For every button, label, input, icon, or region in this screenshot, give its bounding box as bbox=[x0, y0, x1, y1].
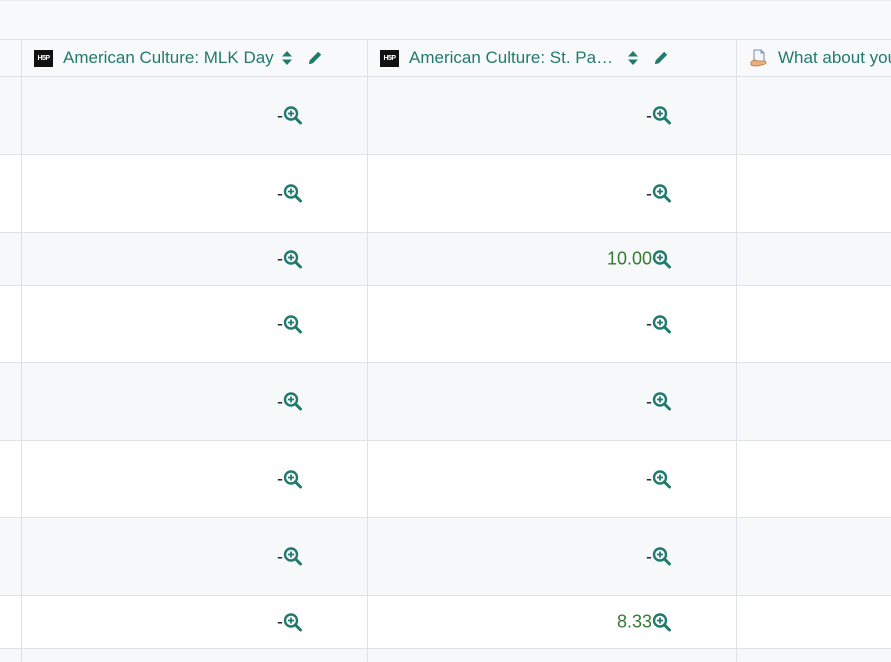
header-cell-left bbox=[0, 40, 22, 76]
grade-cell-stpat[interactable]: - bbox=[368, 77, 737, 154]
grade-cell-what-about-you[interactable] bbox=[737, 649, 891, 662]
zoom-in-icon[interactable] bbox=[652, 612, 672, 632]
grade-cell-stpat[interactable] bbox=[368, 649, 737, 662]
top-divider bbox=[0, 0, 891, 1]
table-row: - - bbox=[0, 77, 891, 155]
column-header-label[interactable]: American Culture: St. Pat… bbox=[409, 48, 615, 68]
column-header-what-about-you[interactable]: What about you bbox=[737, 40, 891, 76]
grade-cell-what-about-you[interactable] bbox=[737, 518, 891, 595]
grade-cell-what-about-you[interactable] bbox=[737, 363, 891, 440]
grade-cell-what-about-you[interactable] bbox=[737, 233, 891, 285]
grade-value: 10.00 bbox=[606, 248, 652, 269]
grade-cell-stpat[interactable]: 10.00 bbox=[368, 233, 737, 285]
grade-cell-stpat[interactable]: - bbox=[368, 441, 737, 517]
row-cell-left bbox=[0, 518, 22, 595]
table-row: - - bbox=[0, 518, 891, 596]
zoom-in-icon[interactable] bbox=[283, 469, 303, 489]
grade-cell-mlk[interactable]: - bbox=[22, 233, 368, 285]
zoom-in-icon[interactable] bbox=[652, 249, 672, 269]
row-cell-left bbox=[0, 77, 22, 154]
table-row bbox=[0, 649, 891, 662]
grade-cell-stpat[interactable]: - bbox=[368, 155, 737, 232]
grade-cell-mlk[interactable] bbox=[22, 649, 368, 662]
sort-icon[interactable] bbox=[281, 49, 293, 67]
table-row: - - bbox=[0, 286, 891, 363]
row-cell-left bbox=[0, 363, 22, 440]
zoom-in-icon[interactable] bbox=[283, 184, 303, 204]
zoom-in-icon[interactable] bbox=[283, 314, 303, 334]
zoom-in-icon[interactable] bbox=[652, 106, 672, 126]
row-cell-left bbox=[0, 286, 22, 362]
grade-cell-what-about-you[interactable] bbox=[737, 286, 891, 362]
zoom-in-icon[interactable] bbox=[283, 612, 303, 632]
column-header-label[interactable]: What about you bbox=[778, 48, 891, 68]
row-cell-left bbox=[0, 441, 22, 517]
zoom-in-icon[interactable] bbox=[652, 184, 672, 204]
grade-cell-stpat[interactable]: 8.33 bbox=[368, 596, 737, 648]
sort-icon[interactable] bbox=[627, 49, 639, 67]
table-row: - - bbox=[0, 441, 891, 518]
pencil-icon[interactable] bbox=[306, 49, 324, 67]
table-row: - - bbox=[0, 363, 891, 441]
grade-cell-mlk[interactable]: - bbox=[22, 286, 368, 362]
row-cell-left bbox=[0, 649, 22, 662]
row-cell-left bbox=[0, 233, 22, 285]
grade-cell-mlk[interactable]: - bbox=[22, 518, 368, 595]
zoom-in-icon[interactable] bbox=[652, 314, 672, 334]
gradebook-top-bar bbox=[0, 0, 891, 40]
zoom-in-icon[interactable] bbox=[652, 547, 672, 567]
table-row: - 8.33 bbox=[0, 596, 891, 649]
grade-cell-what-about-you[interactable] bbox=[737, 155, 891, 232]
zoom-in-icon[interactable] bbox=[283, 392, 303, 412]
pencil-icon[interactable] bbox=[652, 49, 670, 67]
grade-cell-what-about-you[interactable] bbox=[737, 596, 891, 648]
table-row: - 10.00 bbox=[0, 233, 891, 286]
row-cell-left bbox=[0, 155, 22, 232]
grade-cell-stpat[interactable]: - bbox=[368, 286, 737, 362]
grade-value: 8.33 bbox=[616, 611, 652, 632]
grade-cell-what-about-you[interactable] bbox=[737, 77, 891, 154]
grade-cell-stpat[interactable]: - bbox=[368, 363, 737, 440]
grade-cell-mlk[interactable]: - bbox=[22, 441, 368, 517]
column-header-label[interactable]: American Culture: MLK Day bbox=[63, 48, 274, 68]
assignment-icon bbox=[749, 48, 769, 68]
header-row: H5P American Culture: MLK Day H5P Americ… bbox=[0, 40, 891, 77]
grade-cell-mlk[interactable]: - bbox=[22, 363, 368, 440]
grade-cell-mlk[interactable]: - bbox=[22, 155, 368, 232]
h5p-icon: H5P bbox=[380, 49, 399, 67]
zoom-in-icon[interactable] bbox=[283, 249, 303, 269]
grade-cell-mlk[interactable]: - bbox=[22, 596, 368, 648]
zoom-in-icon[interactable] bbox=[652, 392, 672, 412]
zoom-in-icon[interactable] bbox=[652, 469, 672, 489]
column-header-mlk-day[interactable]: H5P American Culture: MLK Day bbox=[22, 40, 368, 76]
zoom-in-icon[interactable] bbox=[283, 547, 303, 567]
column-header-st-patricks[interactable]: H5P American Culture: St. Pat… bbox=[368, 40, 737, 76]
table-row: - - bbox=[0, 155, 891, 233]
grade-cell-mlk[interactable]: - bbox=[22, 77, 368, 154]
row-cell-left bbox=[0, 596, 22, 648]
h5p-icon: H5P bbox=[34, 49, 53, 67]
grade-cell-stpat[interactable]: - bbox=[368, 518, 737, 595]
grade-cell-what-about-you[interactable] bbox=[737, 441, 891, 517]
zoom-in-icon[interactable] bbox=[283, 106, 303, 126]
